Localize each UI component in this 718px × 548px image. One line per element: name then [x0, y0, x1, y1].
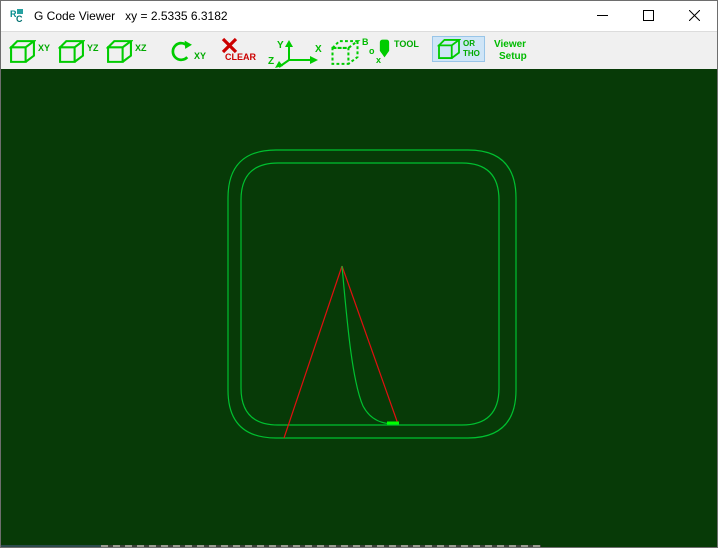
cube-icon [58, 40, 85, 63]
inner-boundary-path [240, 162, 500, 426]
box-button[interactable]: B o x [329, 37, 385, 68]
view-xy-button[interactable]: XY [9, 40, 50, 63]
coordinate-readout: xy = 2.5335 6.3182 [125, 9, 228, 23]
clear-button[interactable]: CLEAR [220, 37, 256, 62]
viewer-setup-button[interactable]: Viewer Setup [494, 39, 527, 63]
maximize-icon [642, 10, 654, 21]
axes-z-label: Z [268, 56, 274, 67]
maximize-button[interactable] [625, 1, 671, 30]
box-letter-o: o [369, 46, 375, 56]
ortho-label-line1: OR [463, 39, 475, 48]
clear-label: CLEAR [225, 52, 256, 62]
bottom-edge-sliver [1, 545, 717, 547]
close-button[interactable] [671, 1, 717, 30]
tool-button[interactable]: TOOL [378, 38, 419, 59]
view-xz-button[interactable]: XZ [106, 40, 147, 63]
close-icon [688, 10, 700, 21]
viewer-setup-line2: Setup [499, 51, 527, 62]
red-move-left-path [283, 265, 343, 439]
toolpath-plot [227, 149, 517, 439]
axes-icon: Y X Z [268, 40, 322, 68]
view-yz-label: YZ [87, 43, 99, 53]
title-bar[interactable]: R C G Code Viewer xy = 2.5335 6.3182 [1, 1, 717, 31]
minimize-button[interactable] [579, 1, 625, 30]
axes-y-label: Y [277, 40, 284, 51]
axes-x-label: X [315, 44, 322, 55]
cube-icon [437, 39, 461, 59]
view-xy-label: XY [38, 43, 51, 53]
view-yz-button[interactable]: YZ [58, 40, 99, 63]
box-letter-b: B [362, 37, 369, 47]
dashed-cube-icon [330, 40, 361, 65]
tool-bit-icon [379, 39, 390, 58]
view-xz-label: XZ [135, 43, 147, 53]
cube-icon [106, 40, 133, 63]
tool-label: TOOL [394, 39, 419, 49]
viewer-setup-line1: Viewer [494, 39, 527, 50]
minimize-icon [596, 15, 608, 16]
bottom-sliver-left [1, 545, 101, 547]
toolbar: XY YZ XZ XY CLEAR Y X Z B o x TOOL OR TH… [1, 31, 717, 69]
rotate-xy-button[interactable]: XY [168, 39, 206, 64]
cube-icon [9, 40, 36, 63]
ortho-label-line2: THO [463, 49, 480, 58]
gcode-viewer-window: R C G Code Viewer xy = 2.5335 6.3182 XY … [0, 0, 718, 548]
ortho-toggle-button[interactable]: OR THO [432, 36, 485, 62]
outer-boundary-path [227, 149, 517, 439]
axes-button[interactable]: Y X Z [267, 38, 325, 68]
window-title: G Code Viewer xy = 2.5335 6.3182 [34, 9, 228, 23]
gcode-canvas[interactable] [1, 69, 717, 545]
rotate-xy-label: XY [194, 51, 207, 61]
svg-text:C: C [16, 14, 23, 24]
app-icon: R C [10, 9, 23, 24]
bottom-sliver-dashes [101, 545, 541, 547]
rotate-icon [171, 40, 192, 62]
